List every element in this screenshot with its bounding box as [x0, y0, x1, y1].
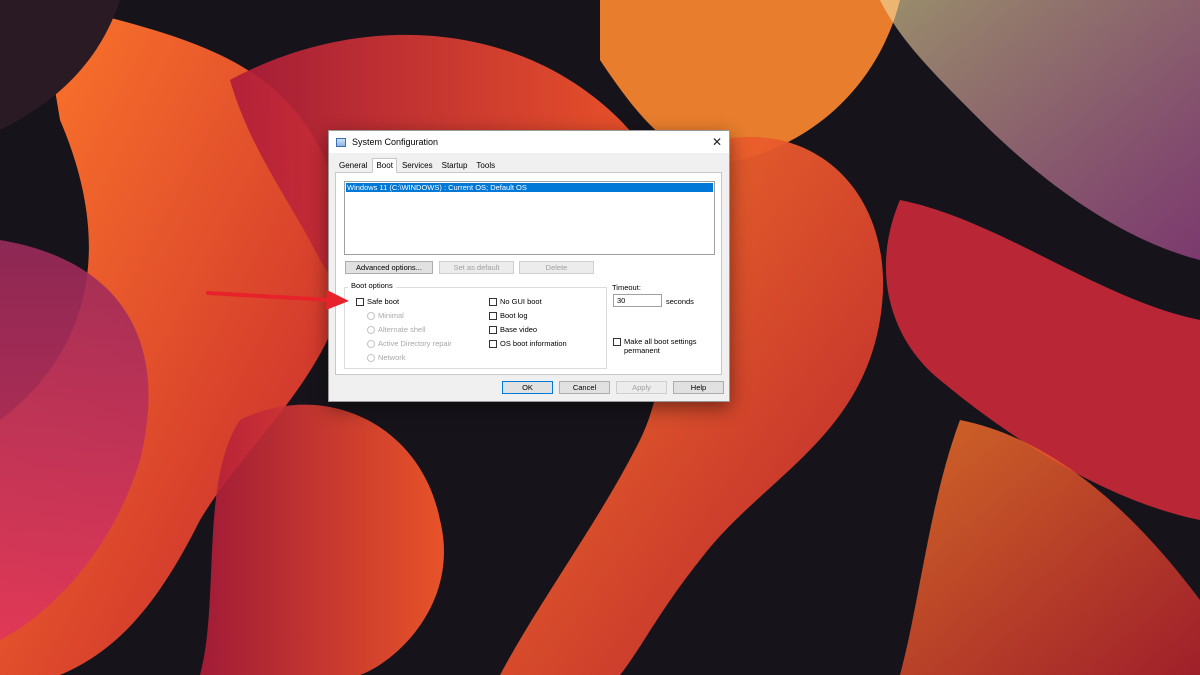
dialog-title: System Configuration [352, 137, 439, 147]
title-bar[interactable]: System Configuration ✕ [329, 131, 729, 153]
active-directory-label: Active Directory repair [378, 339, 452, 348]
advanced-options-button[interactable]: Advanced options... [345, 261, 433, 274]
network-radio[interactable] [367, 353, 375, 362]
alternate-shell-radio[interactable] [367, 325, 375, 334]
boot-log-checkbox[interactable] [489, 311, 497, 320]
seconds-label: seconds [666, 297, 694, 306]
os-list-item[interactable]: Windows 11 (C:\WINDOWS) : Current OS; De… [346, 183, 713, 192]
boot-log-label: Boot log [500, 311, 528, 320]
boot-options-label: Boot options [348, 281, 396, 290]
ok-button[interactable]: OK [502, 381, 553, 394]
close-button[interactable]: ✕ [709, 134, 725, 150]
timeout-label: Timeout: [612, 283, 641, 292]
minimal-option[interactable]: Minimal [367, 311, 404, 320]
network-option[interactable]: Network [367, 353, 406, 362]
safe-boot-checkbox[interactable] [356, 297, 364, 306]
make-permanent-label: Make all boot settings permanent [624, 337, 697, 355]
cancel-button[interactable]: Cancel [559, 381, 610, 394]
tab-boot[interactable]: Boot [372, 158, 397, 173]
os-list[interactable]: Windows 11 (C:\WINDOWS) : Current OS; De… [344, 181, 715, 255]
delete-button[interactable]: Delete [519, 261, 594, 274]
make-permanent-line1: Make all boot settings [624, 337, 697, 346]
safe-boot-label: Safe boot [367, 297, 400, 306]
no-gui-boot-option[interactable]: No GUI boot [489, 297, 542, 306]
make-permanent-option[interactable]: Make all boot settings permanent [613, 337, 697, 355]
apply-button[interactable]: Apply [616, 381, 667, 394]
os-boot-information-option[interactable]: OS boot information [489, 339, 567, 348]
os-boot-information-label: OS boot information [500, 339, 567, 348]
base-video-label: Base video [500, 325, 538, 334]
base-video-option[interactable]: Base video [489, 325, 537, 334]
boot-log-option[interactable]: Boot log [489, 311, 528, 320]
base-video-checkbox[interactable] [489, 325, 497, 334]
system-configuration-dialog: System Configuration ✕ General Boot Serv… [328, 130, 730, 402]
tab-strip: General Boot Services Startup Tools [335, 158, 500, 173]
active-directory-radio[interactable] [367, 339, 375, 348]
alternate-shell-option[interactable]: Alternate shell [367, 325, 426, 334]
tab-services[interactable]: Services [398, 158, 437, 173]
minimal-radio[interactable] [367, 311, 375, 320]
minimal-label: Minimal [378, 311, 404, 320]
active-directory-option[interactable]: Active Directory repair [367, 339, 452, 348]
tab-tools[interactable]: Tools [472, 158, 499, 173]
os-boot-information-checkbox[interactable] [489, 339, 497, 348]
tab-startup[interactable]: Startup [438, 158, 472, 173]
no-gui-boot-label: No GUI boot [500, 297, 542, 306]
tab-general[interactable]: General [335, 158, 371, 173]
make-permanent-checkbox[interactable] [613, 338, 621, 346]
timeout-input[interactable]: 30 [613, 294, 662, 307]
system-config-icon [336, 137, 346, 147]
make-permanent-line2: permanent [624, 346, 660, 355]
no-gui-boot-checkbox[interactable] [489, 297, 497, 306]
set-as-default-button[interactable]: Set as default [439, 261, 514, 274]
network-label: Network [378, 353, 406, 362]
safe-boot-option[interactable]: Safe boot [356, 297, 399, 306]
boot-tab-panel: Windows 11 (C:\WINDOWS) : Current OS; De… [335, 172, 722, 375]
help-button[interactable]: Help [673, 381, 724, 394]
alternate-shell-label: Alternate shell [378, 325, 426, 334]
